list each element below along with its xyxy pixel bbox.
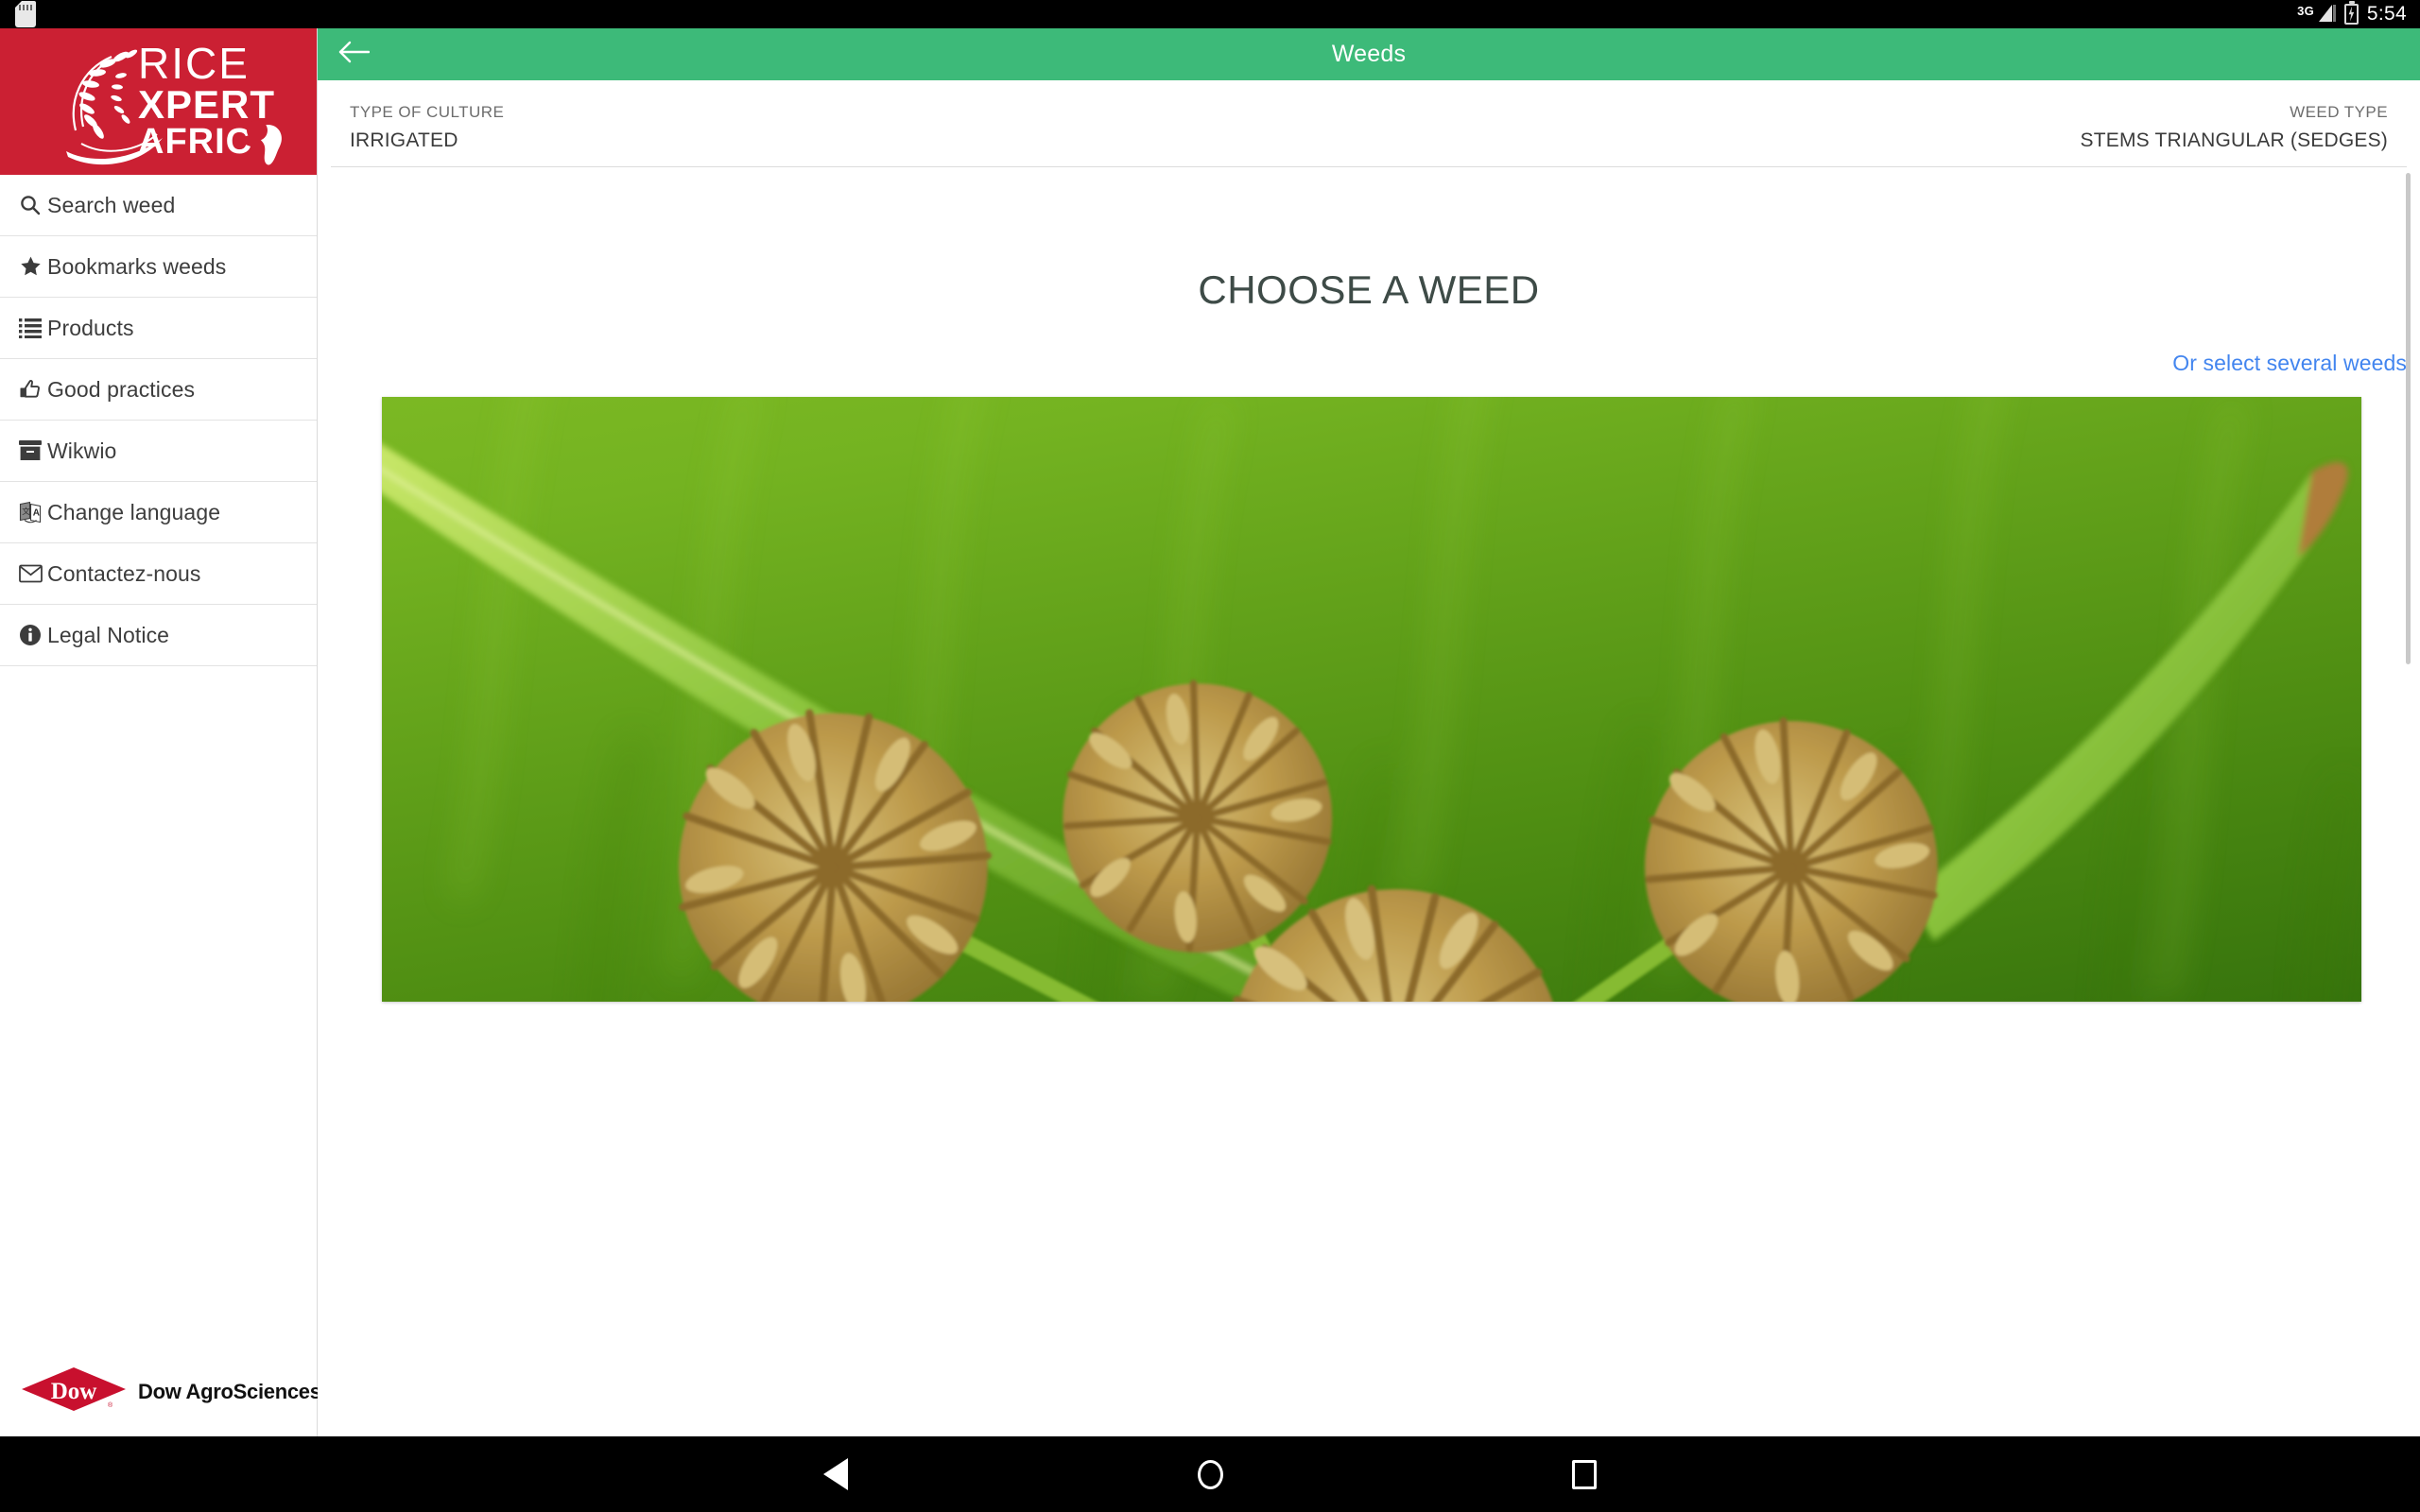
svg-text:AFRIC: AFRIC	[138, 122, 252, 162]
sidebar-item-label: Wikwio	[47, 438, 117, 463]
drawer-menu: Search weed Bookmarks weeds Products Goo…	[0, 175, 317, 666]
triangle-back-icon	[823, 1458, 848, 1490]
info-circle-icon	[19, 622, 47, 648]
dow-logo-text: Dow	[51, 1379, 97, 1404]
status-left-icons	[0, 1, 36, 27]
sidebar-item-label: Good practices	[47, 376, 196, 402]
sedge-weed-photo	[382, 397, 2361, 1002]
weed-type-value: STEMS TRIANGULAR (SEDGES)	[2080, 129, 2388, 151]
svg-text:®: ®	[108, 1401, 113, 1409]
weed-card[interactable]	[382, 397, 2361, 1002]
star-icon	[19, 253, 47, 280]
arrow-left-icon	[337, 39, 371, 70]
svg-text:XPERT: XPERT	[138, 82, 275, 127]
main-content: Weeds TYPE OF CULTURE IRRIGATED WEED TYP…	[318, 28, 2420, 1436]
thumbs-up-icon	[19, 376, 47, 403]
culture-value: IRRIGATED	[350, 129, 458, 151]
battery-charging-icon	[2343, 0, 2359, 25]
sidebar-item-wikwio[interactable]: Wikwio	[0, 421, 317, 482]
drawer-spacer	[0, 666, 317, 1323]
svg-text:RICE: RICE	[138, 39, 250, 88]
sidebar-item-label: Contactez-nous	[47, 560, 201, 586]
recents-button[interactable]	[1553, 1443, 1616, 1505]
navigation-drawer: RICE XPERT AFRIC Search weed Bookmarks w…	[0, 28, 321, 1436]
choose-a-weed-heading: CHOOSE A WEED	[1198, 267, 1540, 312]
selection-summary-row: TYPE OF CULTURE IRRIGATED WEED TYPE STEM…	[331, 80, 2407, 167]
dow-company-name: Dow AgroSciences	[138, 1380, 321, 1403]
sidebar-item-products[interactable]: Products	[0, 298, 317, 359]
dow-diamond-icon: Dow ®	[21, 1366, 127, 1412]
network-type-label: 3G	[2297, 4, 2314, 18]
status-right-icons: 3G 5:54	[2297, 0, 2420, 26]
search-icon	[19, 192, 47, 218]
svg-text:文: 文	[22, 507, 30, 516]
android-navigation-bar	[0, 1436, 2420, 1512]
sidebar-item-search-weed[interactable]: Search weed	[0, 175, 317, 236]
culture-label: TYPE OF CULTURE	[350, 103, 505, 121]
weed-type-label: WEED TYPE	[2290, 103, 2388, 121]
weed-type-summary[interactable]: WEED TYPE STEMS TRIANGULAR (SEDGES)	[2081, 103, 2389, 152]
vertical-scrollbar[interactable]	[2406, 173, 2411, 664]
envelope-icon	[19, 560, 47, 587]
app-bar: Weeds	[318, 28, 2420, 80]
sidebar-item-legal-notice[interactable]: Legal Notice	[0, 605, 317, 666]
brand-header: RICE XPERT AFRIC	[0, 28, 317, 175]
sidebar-item-label: Products	[47, 315, 134, 340]
sidebar-item-label: Search weed	[47, 192, 176, 217]
back-button[interactable]	[325, 28, 382, 80]
select-several-weeds-link[interactable]: Or select several weeds	[2172, 351, 2407, 375]
page-title: Weeds	[1331, 41, 1407, 67]
translate-icon: 文 A	[19, 499, 47, 525]
select-several-row: Or select several weeds	[318, 351, 2420, 376]
sidebar-item-contactez-nous[interactable]: Contactez-nous	[0, 543, 317, 605]
sidebar-item-good-practices[interactable]: Good practices	[0, 359, 317, 421]
dow-agrosciences-logo: Dow ® Dow AgroSciences	[0, 1323, 321, 1436]
status-clock: 5:54	[2366, 3, 2407, 25]
sidebar-item-label: Legal Notice	[47, 622, 170, 647]
culture-summary[interactable]: TYPE OF CULTURE IRRIGATED	[350, 103, 504, 152]
rice-xpert-africa-logo: RICE XPERT AFRIC	[66, 39, 282, 165]
sidebar-item-label: Change language	[47, 499, 221, 524]
square-recents-icon	[1572, 1459, 1597, 1489]
circle-home-icon	[1197, 1459, 1223, 1489]
sd-card-icon	[15, 1, 36, 27]
sidebar-item-bookmarks-weeds[interactable]: Bookmarks weeds	[0, 236, 317, 298]
back-button[interactable]	[804, 1443, 867, 1505]
home-button[interactable]	[1179, 1443, 1241, 1505]
weed-list-scroll-area[interactable]: CHOOSE A WEED Or select several weeds	[318, 167, 2420, 1436]
app-window: RICE XPERT AFRIC Search weed Bookmarks w…	[0, 28, 2420, 1436]
svg-text:A: A	[33, 508, 40, 519]
list-icon	[19, 315, 47, 341]
sidebar-item-label: Bookmarks weeds	[47, 253, 227, 279]
archive-box-icon	[19, 438, 47, 464]
android-status-bar: 3G 5:54	[0, 0, 2420, 28]
signal-bars-icon	[2317, 4, 2336, 22]
sidebar-item-change-language[interactable]: 文 A Change language	[0, 482, 317, 543]
